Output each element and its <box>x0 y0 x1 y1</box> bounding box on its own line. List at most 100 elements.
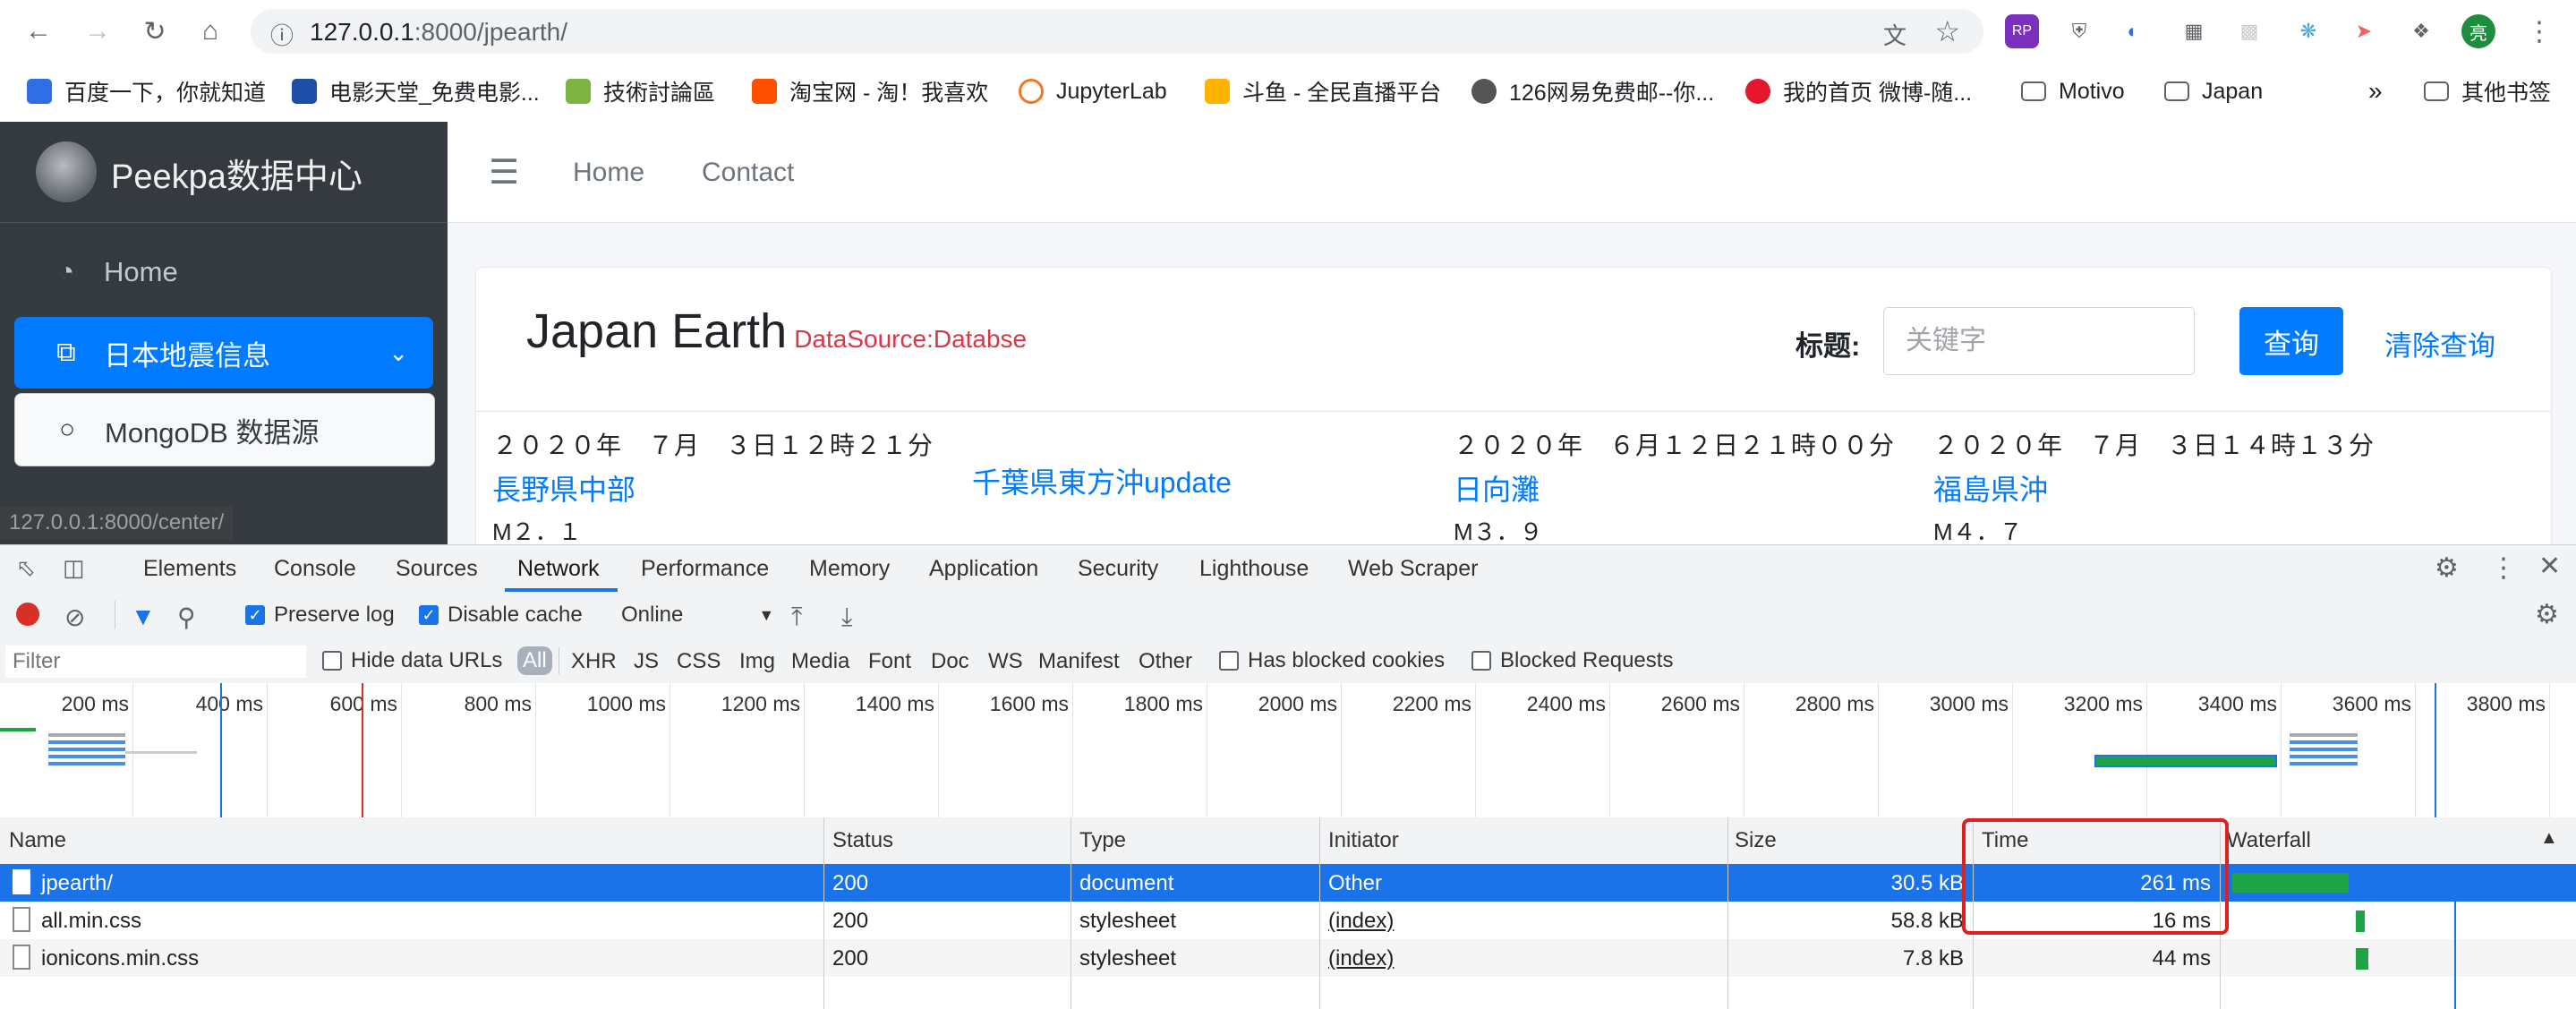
disable-cache-checkbox[interactable]: ✓ Disable cache <box>419 603 583 628</box>
tab-memory[interactable]: Memory <box>809 556 890 582</box>
quake-location-link[interactable]: 長野県中部 <box>492 467 934 509</box>
bookmark-folder[interactable]: Motivo <box>2021 75 2125 107</box>
sidebar-item-japan-earthquake[interactable]: ⧉ 日本地震信息 ⌄ <box>14 317 433 389</box>
column-header-initiator[interactable]: Initiator <box>1328 828 1399 853</box>
type-filter-media[interactable]: Media <box>791 649 849 674</box>
quake-location-link[interactable]: 千葉県東方沖update <box>972 460 1232 501</box>
column-header-type[interactable]: Type <box>1079 828 1126 853</box>
timeline-tick-label: 3000 ms <box>1929 692 2009 715</box>
tab-console[interactable]: Console <box>274 556 356 582</box>
quake-location-link[interactable]: 福島県沖 <box>1933 467 2375 509</box>
bookmark-item[interactable]: 电影天堂_免费电影... <box>292 75 540 107</box>
grid-extension-icon[interactable]: ▩ <box>2232 14 2266 48</box>
puzzle-extensions-icon[interactable]: ❖ <box>2404 14 2438 48</box>
column-header-status[interactable]: Status <box>832 828 893 853</box>
translate-icon[interactable]: 文 <box>1883 18 1906 51</box>
type-filter-doc[interactable]: Doc <box>931 649 969 674</box>
type-filter-ws[interactable]: WS <box>988 649 1023 674</box>
shield-extension-icon[interactable]: ⛨ <box>2062 14 2096 48</box>
hamburger-menu-icon[interactable]: ☰ <box>489 152 519 192</box>
profile-avatar[interactable]: 亮 <box>2461 14 2495 48</box>
bookmark-item[interactable]: 我的首页 微博-随... <box>1745 75 1972 107</box>
tab-lighthouse[interactable]: Lighthouse <box>1199 556 1309 582</box>
bookmark-folder[interactable]: Japan <box>2164 75 2263 107</box>
inspect-element-icon[interactable]: ⬁ <box>16 554 36 582</box>
react-extension-icon[interactable]: ❋ <box>2291 14 2325 48</box>
column-header-waterfall[interactable]: Waterfall <box>2227 828 2311 853</box>
record-icon[interactable] <box>16 603 39 626</box>
home-icon[interactable]: ⌂ <box>192 13 229 50</box>
tab-web-scraper[interactable]: Web Scraper <box>1348 556 1478 582</box>
info-icon[interactable]: ⓘ <box>270 18 294 51</box>
type-filter-manifest[interactable]: Manifest <box>1038 649 1120 674</box>
bookmark-item[interactable]: 技術討論區 <box>566 75 715 107</box>
close-devtools-icon[interactable]: ✕ <box>2538 551 2561 582</box>
rp-extension-icon[interactable]: RP <box>2005 14 2039 48</box>
type-filter-other[interactable]: Other <box>1139 649 1192 674</box>
tab-elements[interactable]: Elements <box>143 556 236 582</box>
bookmark-item[interactable]: JupyterLab <box>1019 75 1167 107</box>
device-toolbar-icon[interactable]: ◫ <box>63 554 85 582</box>
tab-network[interactable]: Network <box>517 556 600 582</box>
type-filter-all[interactable]: All <box>517 646 552 675</box>
more-options-icon[interactable]: ⋮ <box>2490 552 2517 584</box>
request-initiator-link[interactable]: (index) <box>1328 946 1394 971</box>
reload-icon[interactable]: ↻ <box>136 13 174 50</box>
tab-application[interactable]: Application <box>929 556 1038 582</box>
tab-security[interactable]: Security <box>1078 556 1158 582</box>
export-har-icon[interactable]: ⤓ <box>841 603 852 632</box>
back-icon[interactable]: ← <box>20 13 57 50</box>
network-settings-icon[interactable]: ⚙ <box>2535 599 2559 630</box>
type-filter-css[interactable]: CSS <box>677 649 721 674</box>
timeline-tick-label: 400 ms <box>195 692 263 715</box>
other-bookmarks-folder[interactable]: 其他书签 <box>2424 75 2551 107</box>
folder-icon <box>2021 81 2046 101</box>
address-bar[interactable]: ⓘ 127.0.0.1:8000/jpearth/ 文 ☆ <box>251 9 1983 54</box>
forward-icon[interactable]: → <box>79 13 116 50</box>
clear-query-button[interactable]: 清除查询 <box>2384 323 2495 363</box>
blocked-requests-checkbox[interactable]: Blocked Requests <box>1471 648 1673 673</box>
network-overview-timeline[interactable]: 200 ms 400 ms 600 ms 800 ms 1000 ms 1200… <box>0 683 2576 818</box>
search-icon[interactable]: ⚲ <box>177 603 196 632</box>
type-filter-img[interactable]: Img <box>739 649 775 674</box>
type-filter-js[interactable]: JS <box>634 649 659 674</box>
type-filter-font[interactable]: Font <box>868 649 911 674</box>
bookmark-star-icon[interactable]: ☆ <box>1934 14 1960 48</box>
query-button[interactable]: 查询 <box>2239 307 2343 375</box>
has-blocked-cookies-checkbox[interactable]: Has blocked cookies <box>1219 648 1445 673</box>
keyword-input[interactable] <box>1883 307 2195 375</box>
menu-kebab-icon[interactable]: ⋮ <box>2522 14 2556 48</box>
table-row[interactable]: ionicons.min.css 200 stylesheet (index) … <box>0 939 2576 977</box>
import-har-icon[interactable]: ⤒ <box>791 603 802 632</box>
qr-extension-icon[interactable]: ▦ <box>2177 14 2211 48</box>
request-initiator-link[interactable]: (index) <box>1328 909 1394 934</box>
nav-contact-link[interactable]: Contact <box>702 158 794 188</box>
quake-location-link[interactable]: 日向灘 <box>1454 467 1895 509</box>
status-bar-url: 127.0.0.1:8000/center/ <box>0 507 234 539</box>
arrow-extension-icon[interactable]: ➤ <box>2347 14 2381 48</box>
tab-sources[interactable]: Sources <box>396 556 478 582</box>
column-header-size[interactable]: Size <box>1735 828 1777 853</box>
type-filter-xhr[interactable]: XHR <box>571 649 617 674</box>
column-header-name[interactable]: Name <box>9 828 66 853</box>
circle-extension-icon[interactable]: ◐ <box>2116 14 2150 48</box>
more-bookmarks-button[interactable]: » <box>2368 75 2383 107</box>
sort-ascending-icon[interactable]: ▲ <box>2540 828 2558 849</box>
filter-input[interactable] <box>5 646 306 678</box>
tab-performance[interactable]: Performance <box>641 556 769 582</box>
nav-home-link[interactable]: Home <box>573 158 644 188</box>
bookmark-item[interactable]: 126网易免费邮--你... <box>1471 75 1714 107</box>
sidebar-item-mongodb[interactable]: ○ MongoDB 数据源 <box>14 393 435 466</box>
throttling-select[interactable]: Online ▼ <box>621 603 774 628</box>
clear-log-icon[interactable]: ⊘ <box>64 603 85 632</box>
brand[interactable]: Peekpa数据中心 <box>0 122 448 223</box>
settings-gear-icon[interactable]: ⚙ <box>2435 552 2459 584</box>
waterfall-bar <box>2356 948 2368 970</box>
preserve-log-checkbox[interactable]: ✓ Preserve log <box>245 603 395 628</box>
bookmark-item[interactable]: 淘宝网 - 淘！我喜欢 <box>752 75 988 107</box>
filter-funnel-icon[interactable]: ▼ <box>131 603 156 631</box>
bookmark-item[interactable]: 斗鱼 - 全民直播平台 <box>1205 75 1441 107</box>
hide-data-urls-checkbox[interactable]: Hide data URLs <box>322 648 502 673</box>
bookmark-item[interactable]: 百度一下，你就知道 <box>27 75 266 107</box>
sidebar-item-home[interactable]: ◔ Home <box>14 236 433 308</box>
